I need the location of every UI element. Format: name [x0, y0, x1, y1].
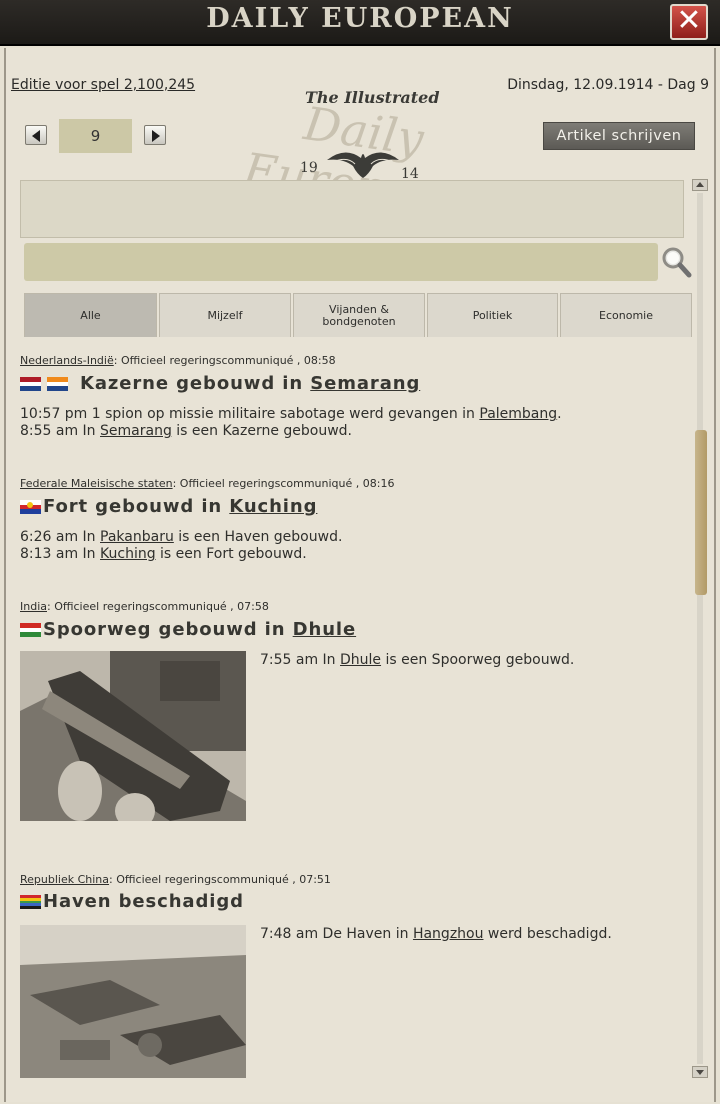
nation-link[interactable]: India	[20, 600, 47, 613]
malay-states-flag-icon	[20, 499, 41, 514]
india-flag-icon	[20, 622, 41, 637]
search-input[interactable]	[24, 243, 658, 281]
article-headline: Spoorweg gebouwd in Dhule	[20, 619, 356, 640]
previous-page-button[interactable]	[25, 125, 47, 145]
tab-mijzelf[interactable]: Mijzelf	[159, 293, 291, 337]
scrollbar-track[interactable]	[697, 193, 703, 1064]
article-headline: Kazerne gebouwd in Semarang	[20, 373, 420, 394]
place-link[interactable]: Pakanbaru	[100, 529, 174, 545]
next-page-button[interactable]	[144, 125, 166, 145]
newspaper-logo: Daily European The Illustrated 19 14	[205, 86, 515, 227]
tab-label: Alle	[80, 308, 101, 322]
article-headline: Haven beschadigd	[20, 891, 244, 912]
article-body-line: 8:13 am In Kuching is een Fort gebouwd.	[20, 546, 307, 562]
edition-link[interactable]: Editie voor spel 2,100,245	[11, 77, 195, 93]
article-source-line: Republiek China: Officieel regeringscomm…	[20, 873, 331, 886]
eagle-icon	[327, 152, 399, 178]
dutch-indies-flag-icon	[47, 376, 68, 391]
china-flag-icon	[20, 894, 41, 909]
title-bar: DAILY EUROPEAN ✕	[0, 0, 720, 46]
headline-place-link[interactable]: Dhule	[293, 619, 356, 640]
article-source-line: Nederlands-Indië: Officieel regeringscom…	[20, 354, 336, 367]
logo-top-text: The Illustrated	[305, 88, 440, 107]
logo-year-left: 19	[300, 160, 318, 176]
article-body-line: 10:57 pm 1 spion op missie militaire sab…	[20, 406, 562, 422]
article-source: : Officieel regeringscommuniqué , 07:51	[109, 873, 331, 886]
tab-vijanden-bondgenoten[interactable]: Vijanden & bondgenoten	[293, 293, 425, 337]
scrollbar-thumb[interactable]	[695, 430, 707, 595]
netherlands-flag-icon	[20, 376, 41, 391]
tab-label-line2: bondgenoten	[322, 314, 396, 328]
article-photo-harbor	[20, 925, 246, 1078]
place-link[interactable]: Palembang	[479, 406, 557, 422]
article-photo-railway	[20, 651, 246, 821]
tab-label: Mijzelf	[207, 308, 243, 322]
game-date: Dinsdag, 12.09.1914 - Dag 9	[507, 77, 709, 93]
window-title: DAILY EUROPEAN	[206, 3, 514, 34]
tab-label: Politiek	[472, 308, 513, 322]
article-source: : Officieel regeringscommuniqué , 08:16	[172, 477, 395, 490]
nation-link[interactable]: Nederlands-Indië	[20, 354, 114, 367]
article-body-line: 7:55 am In Dhule is een Spoorweg gebouwd…	[260, 652, 575, 668]
headline-text: Spoorweg gebouwd in	[43, 619, 286, 640]
headline-text: Haven beschadigd	[43, 891, 244, 912]
scroll-up-button[interactable]	[692, 179, 708, 191]
place-link[interactable]: Dhule	[340, 652, 381, 668]
place-link[interactable]: Kuching	[100, 546, 156, 562]
place-link[interactable]: Semarang	[100, 423, 172, 439]
close-button[interactable]: ✕	[670, 4, 708, 40]
nation-link[interactable]: Federale Maleisische staten	[20, 477, 173, 490]
article-text-area[interactable]	[20, 180, 684, 238]
headline-text: Fort gebouwd in	[43, 496, 223, 517]
tab-label: Economie	[599, 308, 653, 322]
tab-economie[interactable]: Economie	[560, 293, 692, 337]
article-headline: Fort gebouwd in Kuching	[20, 496, 317, 517]
nation-link[interactable]: Republiek China	[20, 873, 109, 886]
tab-label-line1: Vijanden &	[329, 302, 389, 316]
headline-place-link[interactable]: Semarang	[310, 373, 420, 394]
search-icon[interactable]	[660, 245, 692, 279]
tab-politiek[interactable]: Politiek	[427, 293, 558, 337]
headline-text: Kazerne gebouwd in	[80, 373, 304, 394]
article-body-line: 7:48 am De Haven in Hangzhou werd bescha…	[260, 926, 612, 942]
article-source-line: India: Officieel regeringscommuniqué , 0…	[20, 600, 269, 613]
headline-place-link[interactable]: Kuching	[229, 496, 317, 517]
article-source-line: Federale Maleisische staten: Officieel r…	[20, 477, 394, 490]
article-body-line: 6:26 am In Pakanbaru is een Haven gebouw…	[20, 529, 343, 545]
article-source: : Officieel regeringscommuniqué , 08:58	[113, 354, 336, 367]
write-article-button[interactable]: Artikel schrijven	[543, 122, 695, 150]
article-body-line: 8:55 am In Semarang is een Kazerne gebou…	[20, 423, 352, 439]
article-source: : Officieel regeringscommuniqué , 07:58	[47, 600, 269, 613]
tab-alle[interactable]: Alle	[24, 293, 157, 337]
page-number-input[interactable]: 9	[59, 119, 132, 153]
scroll-down-button[interactable]	[692, 1066, 708, 1078]
place-link[interactable]: Hangzhou	[413, 926, 484, 942]
